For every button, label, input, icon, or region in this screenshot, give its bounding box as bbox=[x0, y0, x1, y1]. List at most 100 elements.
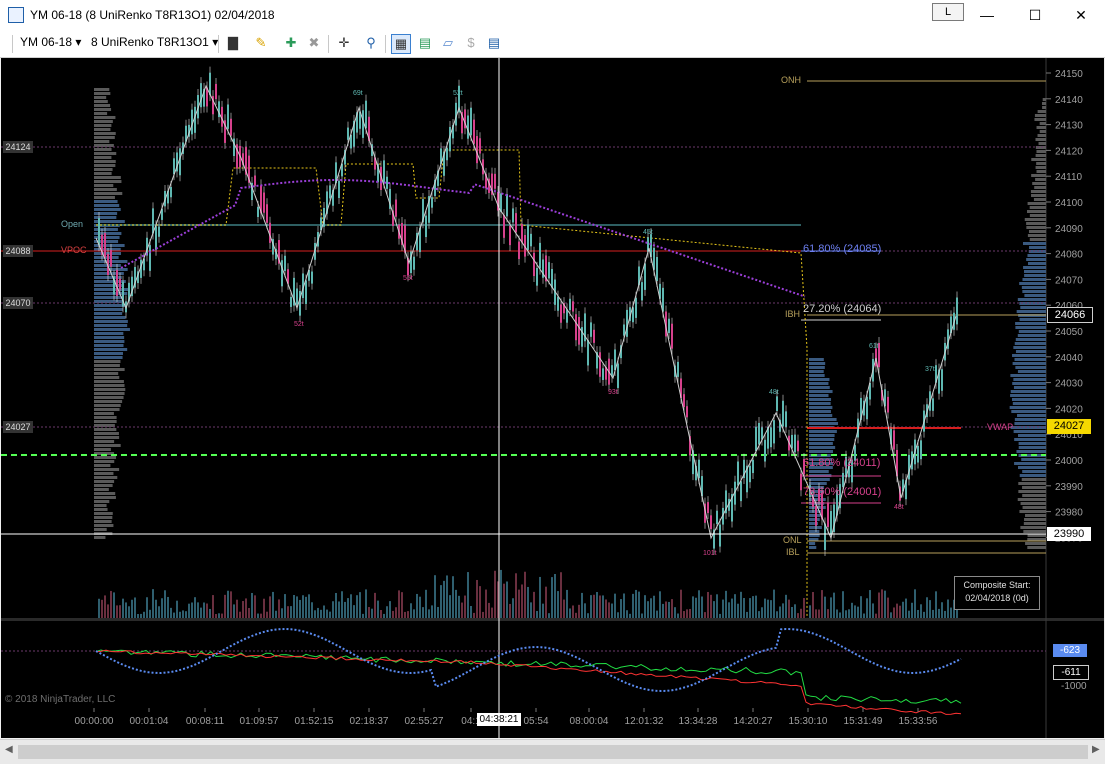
time-tick-label: 01:52:15 bbox=[295, 716, 334, 727]
scroll-right-icon[interactable]: ▶ bbox=[1092, 744, 1100, 755]
volume-profile-bar bbox=[1024, 270, 1046, 273]
volume-bar bbox=[248, 607, 250, 618]
crosshair-icon[interactable]: ✛ bbox=[335, 34, 353, 52]
price-tag-24070: 24070 bbox=[3, 297, 33, 309]
volume-bar bbox=[755, 595, 757, 618]
price-tick-label: 24050 bbox=[1055, 327, 1083, 338]
volume-bar bbox=[941, 602, 943, 618]
volume-bar bbox=[278, 599, 280, 618]
layout-button[interactable]: L bbox=[932, 3, 964, 21]
volume-bar bbox=[875, 613, 877, 618]
volume-profile-bar bbox=[1013, 386, 1046, 389]
instrument-selector[interactable]: YM 06-18 ▾ bbox=[20, 35, 81, 49]
bar-style-icon[interactable]: ▇ bbox=[224, 34, 242, 52]
maximize-icon[interactable]: ☐ bbox=[1012, 0, 1058, 30]
chart-app-icon bbox=[8, 7, 24, 23]
volume-bar bbox=[680, 589, 682, 618]
swing-label: 52t bbox=[294, 321, 304, 328]
volume-bar bbox=[167, 596, 169, 618]
volume-profile-bar bbox=[809, 530, 820, 533]
candle-body bbox=[668, 318, 670, 334]
volume-profile-bar bbox=[1015, 338, 1046, 341]
volume-profile-bar bbox=[809, 478, 830, 481]
candle-body bbox=[602, 368, 604, 381]
volume-profile-bar bbox=[94, 88, 110, 91]
volume-bar bbox=[554, 573, 556, 618]
volume-profile-bar bbox=[94, 192, 123, 195]
candle-body bbox=[569, 298, 571, 311]
volume-bar bbox=[359, 592, 361, 618]
candle-body bbox=[503, 215, 505, 238]
volume-bar bbox=[170, 607, 172, 618]
bar-type-selector[interactable]: 8 UniRenko T8R13O1 ▾ bbox=[91, 35, 218, 49]
volume-bar bbox=[641, 613, 643, 618]
chart-trader-icon[interactable]: ▦ bbox=[391, 34, 411, 54]
candle-body bbox=[509, 225, 511, 246]
volume-profile-bar bbox=[1029, 246, 1046, 249]
volume-bar bbox=[383, 613, 385, 618]
scrollbar-thumb[interactable] bbox=[18, 745, 1088, 759]
panel-separator[interactable] bbox=[1, 618, 1104, 621]
volume-bar bbox=[434, 575, 436, 618]
volume-profile-bar bbox=[1017, 370, 1046, 373]
volume-bar bbox=[656, 610, 658, 618]
scroll-left-icon[interactable]: ◀ bbox=[5, 744, 13, 755]
candle-body bbox=[521, 224, 523, 243]
candle-body bbox=[752, 459, 754, 474]
volume-profile-bar bbox=[1035, 178, 1046, 181]
price-chart[interactable]: 24150 24140 24130 24120 24110 24100 24090 24080… bbox=[1, 58, 1104, 738]
vpoc-label: VPOC bbox=[61, 245, 87, 255]
volume-profile-bar bbox=[1014, 358, 1046, 361]
volume-bar bbox=[203, 602, 205, 618]
volume-bar bbox=[647, 601, 649, 618]
volume-profile-bar bbox=[94, 344, 124, 347]
volume-bar bbox=[293, 594, 295, 618]
volume-bar bbox=[440, 585, 442, 618]
volume-bar bbox=[764, 598, 766, 618]
volume-profile-bar bbox=[94, 128, 111, 131]
volume-bar bbox=[878, 592, 880, 618]
data-box-icon[interactable]: ▤ bbox=[416, 34, 434, 52]
vwap-label: VWAP bbox=[987, 422, 1014, 432]
volume-bar bbox=[356, 595, 358, 618]
candle-body bbox=[797, 440, 799, 452]
volume-profile-bar bbox=[94, 188, 117, 191]
minimize-icon[interactable]: — bbox=[964, 0, 1010, 30]
volume-bar bbox=[146, 597, 148, 618]
remove-icon[interactable]: ✖ bbox=[305, 34, 323, 52]
time-tick-label: 01:09:57 bbox=[240, 716, 279, 727]
performance-icon[interactable]: ▱ bbox=[439, 34, 457, 52]
volume-profile-bar bbox=[1037, 134, 1046, 137]
zoom-icon[interactable]: ⚲ bbox=[362, 34, 380, 52]
price-tick-label: 24140 bbox=[1055, 95, 1083, 106]
volume-bar bbox=[263, 598, 265, 618]
volume-bar bbox=[209, 608, 211, 618]
volume-profile-bar bbox=[1035, 138, 1046, 141]
volume-bar bbox=[479, 586, 481, 618]
candle-body bbox=[656, 257, 658, 281]
volume-bar bbox=[830, 597, 832, 618]
volume-bar bbox=[158, 606, 160, 618]
close-icon[interactable]: ✕ bbox=[1058, 0, 1104, 30]
add-indicator-icon[interactable]: ✚ bbox=[282, 34, 300, 52]
volume-profile-bar bbox=[1029, 206, 1046, 209]
volume-profile-bar bbox=[1016, 310, 1046, 313]
indicator-tag-white: -611 bbox=[1053, 665, 1089, 680]
horizontal-scrollbar[interactable]: ◀ ▶ bbox=[0, 739, 1105, 764]
volume-profile-bar bbox=[94, 472, 114, 475]
volume-bar bbox=[599, 595, 601, 618]
volume-bar bbox=[881, 589, 883, 618]
pencil-draw-icon[interactable]: ✎ bbox=[252, 34, 270, 52]
candle-body bbox=[296, 288, 298, 305]
candle-body bbox=[740, 481, 742, 502]
volume-bar bbox=[395, 607, 397, 618]
dollar-icon[interactable]: $ bbox=[462, 34, 480, 52]
composite-start-title: Composite Start: bbox=[963, 580, 1031, 590]
time-tick-label: 14:20:27 bbox=[734, 716, 773, 727]
volume-bar bbox=[605, 599, 607, 618]
volume-bar bbox=[587, 613, 589, 618]
properties-icon[interactable]: ▤ bbox=[485, 34, 503, 52]
volume-profile-bar bbox=[809, 390, 833, 393]
chart-canvas[interactable]: 24150 24140 24130 24120 24110 24100 24090 24080… bbox=[1, 58, 1104, 738]
open-label: Open bbox=[61, 219, 84, 229]
